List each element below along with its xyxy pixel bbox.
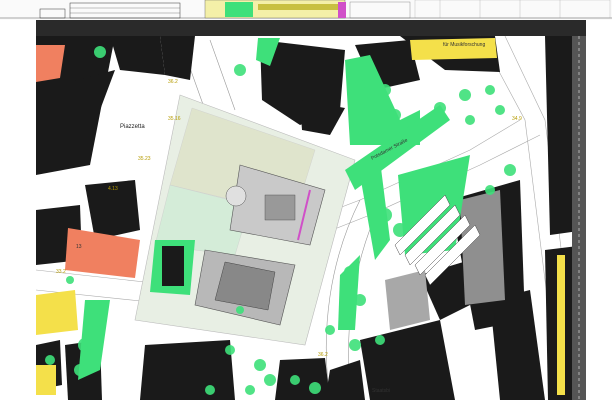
elevation-label: 36.2 (318, 352, 328, 358)
label-staatsbibliothek: Staatsbi (372, 388, 390, 394)
building-yellow (36, 290, 78, 335)
label-piazzetta: Piazzetta (120, 124, 145, 130)
railway-edge (572, 36, 586, 400)
block-number: 13 (76, 244, 82, 250)
elevation-label: 35.16 (168, 116, 181, 122)
building-yellow (36, 365, 56, 395)
existing-building-grey (385, 270, 430, 330)
elevation-label: 34.9 (512, 116, 522, 122)
elevation-label: 35.23 (138, 156, 151, 162)
elevation-label: 4.13 (108, 186, 118, 192)
plan-frame-top (36, 20, 586, 36)
elevation-label: 33.2 (56, 269, 66, 275)
label-musikforschung: für Musikforschung (443, 42, 485, 48)
plan-frame-left (0, 20, 36, 400)
elevation-strip (0, 0, 612, 20)
site-plan: für Musikforschung Piazzetta Potsdamer S… (0, 0, 612, 400)
building-yellow-strip (557, 255, 565, 395)
elevation-label: 36.2 (168, 79, 178, 85)
